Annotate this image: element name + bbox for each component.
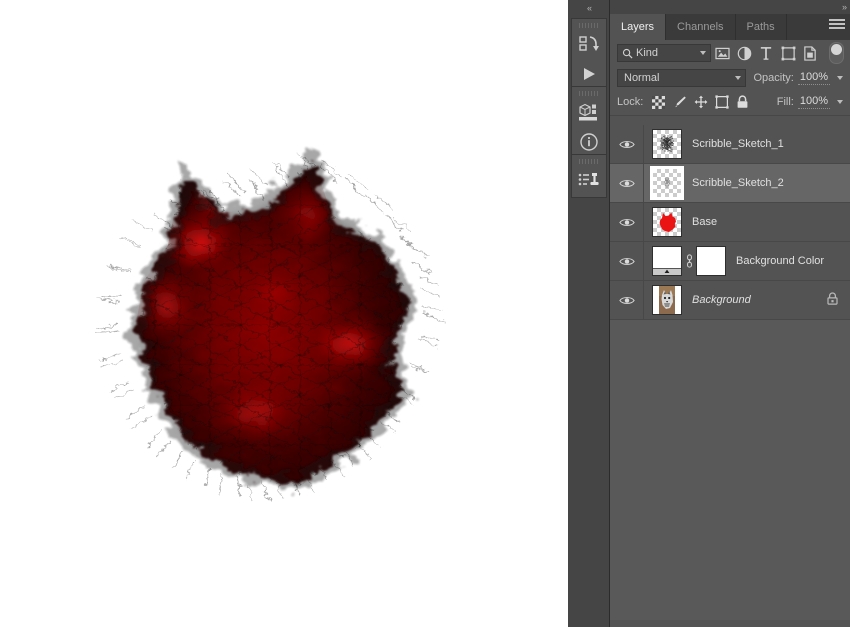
eye-icon[interactable] [610,281,644,319]
filter-enable-toggle[interactable] [829,42,844,64]
lock-label: Lock: [617,96,644,108]
layers-panel: » Layers Channels Paths Kind Normal Opac… [610,0,850,627]
layer-mask-thumbnail[interactable] [696,246,726,276]
dock-grip[interactable] [579,157,599,165]
chevron-down-icon[interactable] [700,51,706,55]
filter-kind-value: Kind [636,47,659,59]
search-icon [622,48,633,59]
layer-thumbnails [644,246,726,276]
layer-thumbnail[interactable] [652,207,682,237]
opacity-chevron-down-icon[interactable] [837,76,843,80]
fill-label: Fill: [776,96,794,108]
table-row[interactable]: Background Color [610,242,850,281]
layer-filter-row: Kind [610,40,850,66]
actions-icon[interactable] [572,29,606,59]
lock-all-icon[interactable] [732,92,753,112]
collapsed-panel-dock: « [568,0,610,627]
pixel-layer-filter-icon[interactable] [711,42,733,64]
panel-menu-icon[interactable] [829,19,845,33]
opacity-label: Opacity: [753,72,794,84]
eye-icon[interactable] [610,164,644,202]
layer-name[interactable]: Scribble_Sketch_1 [692,138,784,150]
panel-divider [610,115,850,116]
table-row[interactable]: Base [610,203,850,242]
tab-paths[interactable]: Paths [735,14,787,40]
blend-mode-select[interactable]: Normal [617,69,746,87]
lock-position-icon[interactable] [690,92,711,112]
table-row[interactable]: Scribble_Sketch_2 [610,164,850,203]
chevron-down-icon[interactable] [734,76,741,80]
dock-grip[interactable] [579,89,599,97]
lock-artboard-icon[interactable] [711,92,732,112]
dock-group-clone-source [571,154,607,198]
lock-image-icon[interactable] [669,92,690,112]
lock-row: Lock: Fill: 100% [610,90,850,114]
table-row[interactable]: Scribble_Sketch_1 [610,125,850,164]
opacity-value[interactable]: 100% [797,71,830,85]
dock-group-actions [571,18,607,94]
layer-thumbnail[interactable] [650,166,684,200]
lock-transparency-icon[interactable] [648,92,669,112]
tab-channels[interactable]: Channels [666,14,736,40]
layer-name[interactable]: Base [692,216,717,228]
fill-value[interactable]: 100% [797,95,830,109]
layer-thumbnails [644,207,682,237]
play-icon[interactable] [572,59,606,89]
eye-icon[interactable] [610,242,644,280]
panel-tab-strip: Layers Channels Paths [610,14,850,40]
blend-mode-value: Normal [624,72,660,84]
smart-object-filter-icon[interactable] [799,42,821,64]
filter-kind-select[interactable]: Kind [617,44,711,62]
document-canvas[interactable] [0,0,568,627]
type-layer-filter-icon[interactable] [755,42,777,64]
layer-name[interactable]: Background [692,294,751,306]
layer-thumbnail[interactable] [652,129,682,159]
fill-layer-thumbnail[interactable] [652,246,682,276]
table-row[interactable]: Background [610,281,850,320]
artwork-scribble-sketch [60,95,460,515]
layer-name[interactable]: Scribble_Sketch_2 [692,177,784,189]
dock-collapse-button[interactable]: « [568,0,610,16]
libraries-icon[interactable] [572,97,606,127]
layer-thumbnail[interactable] [652,285,682,315]
layer-thumbnails [644,129,682,159]
eye-icon[interactable] [610,125,644,163]
eye-icon[interactable] [610,203,644,241]
shape-layer-filter-icon[interactable] [777,42,799,64]
clone-source-icon[interactable] [572,165,606,195]
panel-expand-button[interactable]: » [842,0,847,14]
layer-list[interactable]: Scribble_Sketch_1 Scribble_Sketch_2 Base… [610,125,850,627]
info-icon[interactable] [572,127,606,157]
tab-layers[interactable]: Layers [610,14,667,40]
fill-chevron-down-icon[interactable] [837,100,843,104]
layers-panel-body: Kind Normal Opacity: 100% Lock: Fill: 10… [610,40,850,627]
layer-name[interactable]: Background Color [736,255,824,267]
adjustment-layer-filter-icon[interactable] [733,42,755,64]
mask-link-icon[interactable] [682,254,696,268]
blend-mode-row: Normal Opacity: 100% [610,66,850,90]
dock-grip[interactable] [579,21,599,29]
layer-list-empty-area[interactable] [610,320,850,620]
dock-group-libraries-info [571,86,607,162]
photoshop-window: « » Layers Channels Paths Kind Normal Op… [0,0,850,627]
layer-thumbnails [644,166,684,200]
lock-icon[interactable] [826,292,839,309]
layer-thumbnails [644,285,682,315]
